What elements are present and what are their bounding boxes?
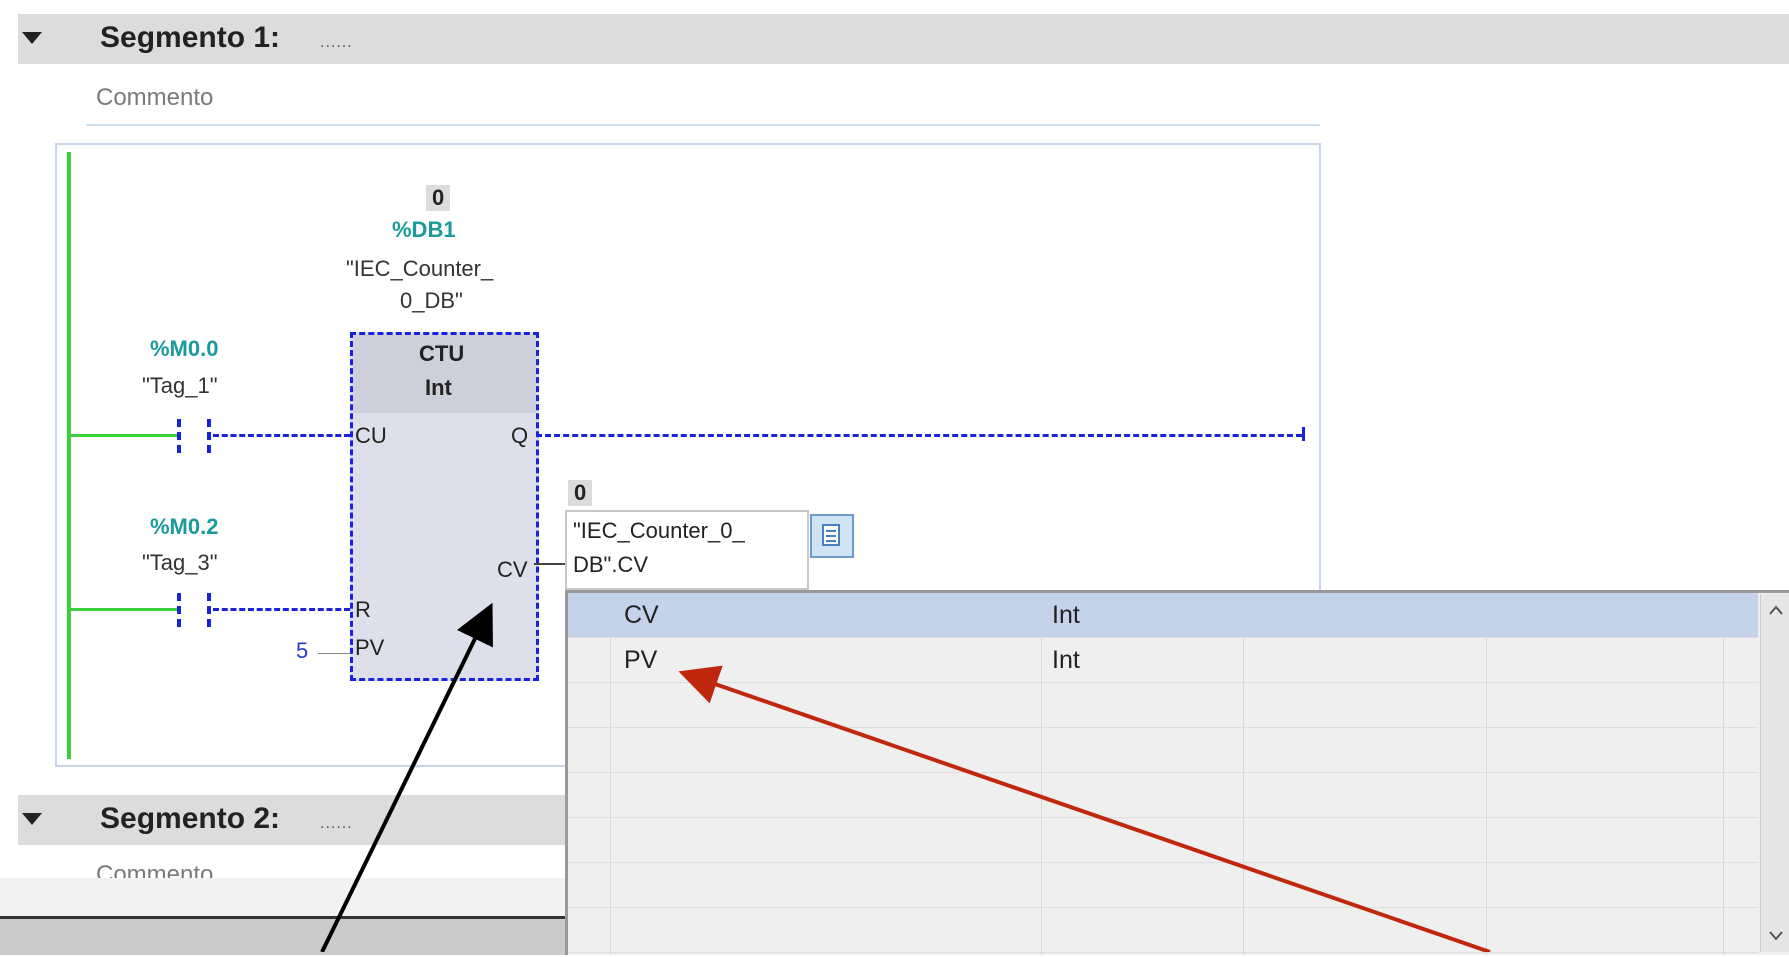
dropdown-row-empty <box>568 773 1758 818</box>
cv-tag-input[interactable]: "IEC_Counter_0_ DB".CV <box>565 510 809 590</box>
wire-cv <box>534 563 565 565</box>
wire-rung-1 <box>71 434 177 437</box>
collapse-arrow-icon[interactable] <box>22 32 42 44</box>
cv-value: 0 <box>568 480 593 506</box>
row-type: Int <box>1052 601 1080 629</box>
wire-q-output <box>536 434 1302 437</box>
pin-r: R <box>355 597 371 622</box>
contact-1-left-icon[interactable] <box>177 419 185 453</box>
segment-2-title: Segmento 2: <box>100 802 281 835</box>
db-name-line-2[interactable]: 0_DB" <box>400 288 463 314</box>
segment-1-comment-field[interactable]: Commento <box>86 74 1320 126</box>
comment-placeholder: Commento <box>96 84 214 111</box>
row-name: PV <box>624 646 658 674</box>
segment-1-title: Segmento 1: <box>100 21 281 54</box>
row-type: Int <box>1052 646 1080 674</box>
ctu-counter-block[interactable]: CTU Int CU Q CV R PV <box>350 332 539 681</box>
dropdown-row-empty <box>568 683 1758 728</box>
dropdown-row-empty <box>568 728 1758 773</box>
contact-2-address[interactable]: %M0.2 <box>150 514 218 540</box>
tag-list-button[interactable] <box>810 514 854 558</box>
pin-q: Q <box>511 423 529 448</box>
bottom-panel-bar <box>0 916 565 955</box>
pin-cu: CU <box>355 423 387 448</box>
collapse-arrow-icon[interactable] <box>22 813 42 825</box>
block-type: CTU <box>419 341 465 366</box>
segment-2-dots: ...... <box>320 815 353 832</box>
dropdown-row-pv[interactable]: PV Int <box>568 638 1758 683</box>
pin-pv: PV <box>355 635 385 660</box>
wire-rung-2 <box>71 608 177 611</box>
power-rail <box>67 152 71 759</box>
contact-1-address[interactable]: %M0.0 <box>150 336 218 362</box>
segment-1-header[interactable]: Segmento 1: ...... <box>18 14 1789 64</box>
contact-1-name[interactable]: "Tag_1" <box>142 373 218 399</box>
db-name-line-1[interactable]: "IEC_Counter_ <box>346 256 493 282</box>
dropdown-row-empty <box>568 863 1758 908</box>
comment-placeholder: Commento <box>96 861 214 879</box>
list-icon <box>822 524 840 546</box>
wire-contact1-cu <box>213 434 350 437</box>
segment-1-dots: ...... <box>320 34 353 51</box>
pv-value[interactable]: 5 <box>296 638 308 664</box>
block-datatype[interactable]: Int <box>425 375 452 401</box>
dropdown-scrollbar[interactable] <box>1760 594 1789 952</box>
row-name: CV <box>624 601 659 629</box>
cv-tag-line-2: DB".CV <box>573 552 649 577</box>
scroll-arrows-icon <box>1769 605 1783 941</box>
segment-2-comment-field[interactable]: Commento <box>86 855 565 879</box>
dropdown-row-empty <box>568 818 1758 863</box>
wire-pv <box>318 653 350 654</box>
coil-stub <box>1302 427 1305 441</box>
instance-value: 0 <box>426 185 451 211</box>
contact-2-left-icon[interactable] <box>177 593 185 627</box>
block-header: CTU Int <box>353 335 536 413</box>
db-address[interactable]: %DB1 <box>392 217 456 243</box>
contact-2-name[interactable]: "Tag_3" <box>142 550 218 576</box>
dropdown-row-empty <box>568 908 1758 953</box>
cv-tag-line-1: "IEC_Counter_0_ <box>573 518 745 543</box>
dropdown-row-cv[interactable]: CV Int <box>568 593 1758 638</box>
member-dropdown[interactable]: CV Int PV Int <box>565 590 1789 955</box>
wire-contact2-r <box>213 608 350 611</box>
pin-cv: CV <box>497 557 528 582</box>
segment-2-header[interactable]: Segmento 2: ...... <box>18 795 565 845</box>
editor-gap <box>0 878 565 918</box>
